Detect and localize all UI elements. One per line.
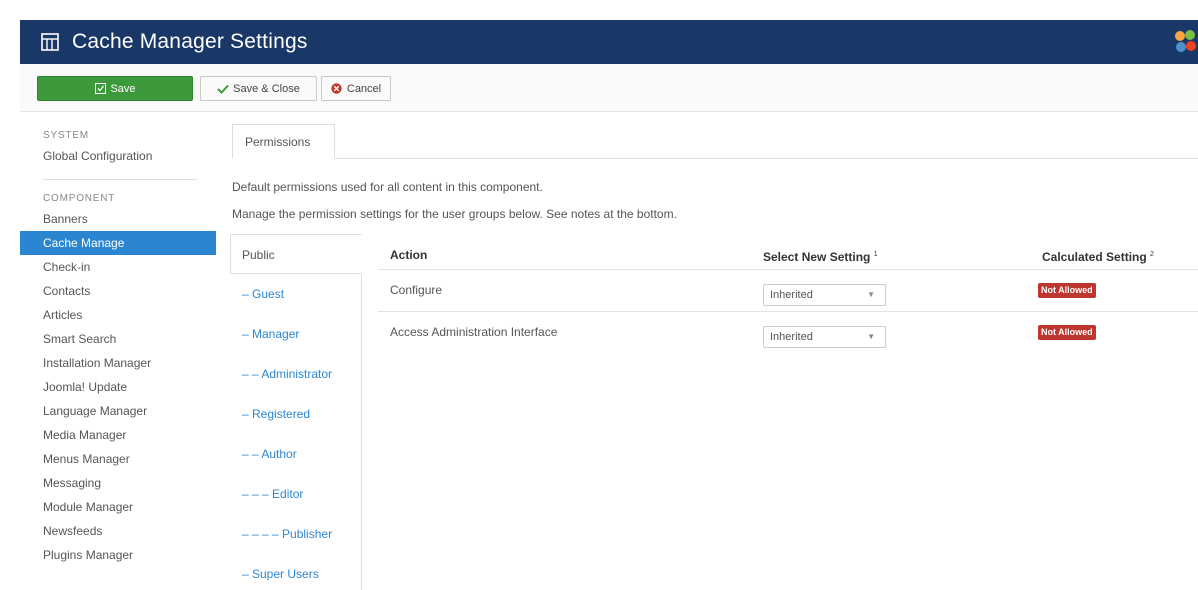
sidebar-heading-component: COMPONENT bbox=[43, 193, 116, 204]
status-badge: Not Allowed bbox=[1038, 283, 1096, 298]
sidebar-item-menus-manager[interactable]: Menus Manager bbox=[20, 447, 216, 471]
sidebar-heading-system: SYSTEM bbox=[43, 130, 89, 141]
setting-select-access-admin[interactable]: Inherited ▼ bbox=[763, 326, 886, 348]
page-title: Cache Manager Settings bbox=[72, 30, 308, 53]
sidebar-item-check-in[interactable]: Check-in bbox=[20, 255, 216, 279]
group-administrator[interactable]: – – Administrator bbox=[231, 354, 361, 394]
joomla-logo-icon[interactable] bbox=[1172, 26, 1198, 56]
save-button[interactable]: Save bbox=[37, 76, 193, 101]
sidebar-divider bbox=[43, 179, 197, 180]
chevron-down-icon: ▼ bbox=[867, 290, 875, 299]
sidebar-item-installation-manager[interactable]: Installation Manager bbox=[20, 351, 216, 375]
sidebar-item-plugins-manager[interactable]: Plugins Manager bbox=[20, 543, 216, 567]
permission-row-configure: Configure Inherited ▼ Not Allowed bbox=[378, 270, 1198, 312]
save-close-label: Save & Close bbox=[233, 82, 300, 95]
group-publisher[interactable]: – – – – Publisher bbox=[231, 514, 361, 554]
grid-icon bbox=[36, 28, 64, 56]
permissions-table: Action Select New Setting 1 Calculated S… bbox=[378, 234, 1198, 354]
select-value: Inherited bbox=[770, 289, 813, 301]
permission-row-access-admin: Access Administration Interface Inherite… bbox=[378, 312, 1198, 354]
description-line-2: Manage the permission settings for the u… bbox=[232, 207, 677, 221]
group-manager[interactable]: – Manager bbox=[231, 314, 361, 354]
cancel-button[interactable]: Cancel bbox=[321, 76, 391, 101]
action-label: Access Administration Interface bbox=[390, 325, 558, 339]
action-label: Configure bbox=[390, 283, 443, 297]
status-badge: Not Allowed bbox=[1038, 325, 1096, 340]
group-public[interactable]: Public bbox=[230, 234, 362, 274]
group-registered[interactable]: – Registered bbox=[231, 394, 361, 434]
save-label: Save bbox=[110, 82, 136, 95]
sidebar-item-module-manager[interactable]: Module Manager bbox=[20, 495, 216, 519]
header-select-label: Select New Setting bbox=[763, 250, 871, 264]
user-groups-list: Public – Guest – Manager – – Administrat… bbox=[230, 234, 362, 590]
setting-select-configure[interactable]: Inherited ▼ bbox=[763, 284, 886, 306]
group-editor[interactable]: – – – Editor bbox=[231, 474, 361, 514]
header-bar: Cache Manager Settings bbox=[20, 20, 1198, 64]
tab-permissions[interactable]: Permissions bbox=[232, 124, 335, 159]
group-super-users[interactable]: – Super Users bbox=[231, 554, 361, 590]
sidebar-item-smart-search[interactable]: Smart Search bbox=[20, 327, 216, 351]
header-select-note: 1 bbox=[873, 251, 878, 258]
permissions-header-row: Action Select New Setting 1 Calculated S… bbox=[378, 234, 1198, 270]
sidebar-item-banners[interactable]: Banners bbox=[20, 207, 216, 231]
sidebar-item-language-manager[interactable]: Language Manager bbox=[20, 399, 216, 423]
sidebar-item-contacts[interactable]: Contacts bbox=[20, 279, 216, 303]
sidebar-item-newsfeeds[interactable]: Newsfeeds bbox=[20, 519, 216, 543]
toolbar: Save Save & Close Cancel bbox=[20, 64, 1198, 112]
check-icon bbox=[217, 83, 229, 95]
save-icon bbox=[94, 83, 106, 95]
sidebar-item-media-manager[interactable]: Media Manager bbox=[20, 423, 216, 447]
group-guest[interactable]: – Guest bbox=[231, 274, 361, 314]
sidebar-item-global-configuration[interactable]: Global Configuration bbox=[20, 144, 216, 168]
header-calculated-label: Calculated Setting bbox=[1042, 250, 1147, 264]
sidebar-item-messaging[interactable]: Messaging bbox=[20, 471, 216, 495]
header-calculated-note: 2 bbox=[1150, 251, 1154, 258]
sidebar-item-articles[interactable]: Articles bbox=[20, 303, 216, 327]
select-value: Inherited bbox=[770, 331, 813, 343]
save-close-button[interactable]: Save & Close bbox=[200, 76, 317, 101]
cancel-label: Cancel bbox=[346, 82, 382, 95]
group-author[interactable]: – – Author bbox=[231, 434, 361, 474]
sidebar: SYSTEM Global Configuration COMPONENT Ba… bbox=[20, 112, 216, 590]
sidebar-item-joomla-update[interactable]: Joomla! Update bbox=[20, 375, 216, 399]
chevron-down-icon: ▼ bbox=[867, 332, 875, 341]
cancel-icon bbox=[331, 83, 343, 95]
sidebar-item-cache-manager[interactable]: Cache Manage bbox=[20, 231, 216, 255]
tab-divider bbox=[232, 158, 1198, 159]
description-line-1: Default permissions used for all content… bbox=[232, 180, 543, 194]
